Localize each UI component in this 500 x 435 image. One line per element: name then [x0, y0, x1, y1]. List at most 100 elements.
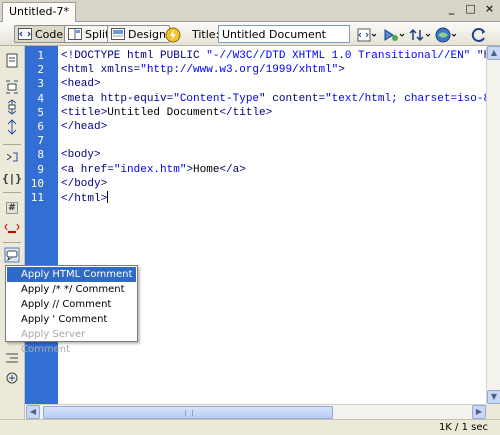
code-line: </html>: [61, 191, 109, 206]
line-number: 3: [37, 77, 44, 91]
status-bar: 1K / 1 sec: [0, 419, 500, 435]
code-token: <a href=: [61, 163, 114, 176]
collapse-selection-icon: [4, 98, 20, 118]
code-token: </head>: [61, 121, 108, 133]
code-token: "http://www.w3.org/1999/xhtml": [140, 64, 339, 77]
vertical-scrollbar[interactable]: ▲ ▼: [486, 46, 500, 404]
validate-icon: [471, 27, 485, 42]
preview-in-browser-icon: [383, 27, 405, 41]
design-view-label: Design: [128, 27, 166, 41]
refresh-button[interactable]: [409, 26, 431, 42]
collapse-full-tag-button[interactable]: [4, 80, 20, 96]
code-line: <a href="index.htm">Home</a>: [61, 163, 246, 177]
line-number: 4: [37, 91, 44, 105]
document-toolbar: Code Split Design Title:: [0, 22, 500, 46]
code-line: <head>: [61, 77, 101, 91]
menu-item-apply-vb-comment[interactable]: Apply ' Comment: [7, 312, 136, 327]
code-token: "index.htm": [113, 163, 187, 176]
refresh-icon: [409, 27, 431, 42]
document-tab[interactable]: Untitled-7*: [2, 2, 76, 22]
code-line: </body>: [61, 177, 107, 191]
line-number: 8: [37, 148, 44, 162]
view-options-icon: [435, 27, 457, 43]
document-title-input[interactable]: [218, 25, 350, 43]
design-view-button[interactable]: Design: [107, 25, 170, 43]
horizontal-scroll-thumb[interactable]: [43, 406, 333, 419]
line-number: 6: [37, 120, 44, 133]
design-view-icon: [111, 27, 125, 41]
validate-button[interactable]: [471, 26, 485, 42]
line-numbers-icon: #: [6, 202, 18, 214]
line-number: 10: [30, 176, 44, 190]
expand-all-icon: [4, 118, 20, 138]
indent-code-button[interactable]: [4, 351, 20, 367]
code-token: <head>: [61, 78, 101, 91]
code-line: <body>: [61, 148, 101, 162]
code-token: </body>: [61, 177, 108, 190]
file-management-icon: [357, 27, 377, 42]
code-line: <title>Untitled Document</title>: [61, 106, 272, 120]
split-view-button[interactable]: Split: [64, 25, 114, 43]
code-token: <body>: [61, 149, 101, 162]
code-token: <!DOCTYPE html PUBLIC: [61, 50, 207, 62]
document-tab-label: Untitled-7*: [9, 5, 69, 18]
open-documents-button[interactable]: [4, 53, 20, 72]
dreamweaver-document-window: Untitled-7* _ □ × Code Split Design Titl…: [0, 0, 500, 435]
preview-in-browser-button[interactable]: [383, 26, 405, 42]
code-token: Home: [193, 163, 220, 176]
view-options-button[interactable]: [435, 26, 457, 43]
apply-comment-menu: Apply HTML Comment Apply /* */ Comment A…: [5, 265, 138, 355]
toolbar-separator: [3, 242, 21, 243]
open-documents-icon: [4, 53, 20, 72]
code-token: "http:: [476, 50, 486, 62]
collapse-full-tag-icon: [4, 79, 20, 98]
highlight-invalid-code-button[interactable]: [4, 220, 20, 236]
split-view-icon: [68, 27, 82, 41]
coding-toolbar: {|} #: [0, 46, 25, 435]
minimize-button[interactable]: _: [445, 3, 458, 16]
menu-item-apply-html-comment[interactable]: Apply HTML Comment: [7, 267, 136, 282]
close-button[interactable]: ×: [483, 3, 496, 16]
code-line: <!DOCTYPE html PUBLIC "-//W3C//DTD XHTML…: [61, 49, 486, 63]
highlight-invalid-code-icon: [4, 219, 20, 238]
code-token: <meta http-equiv=: [61, 92, 174, 105]
title-label: Title:: [192, 28, 220, 41]
live-view-icon: [165, 27, 181, 43]
apply-comment-button[interactable]: [4, 247, 20, 266]
code-view-button[interactable]: Code: [14, 25, 68, 43]
file-management-button[interactable]: [357, 26, 377, 42]
code-view-icon: [18, 27, 32, 41]
download-size-status: 1K / 1 sec: [438, 422, 488, 433]
menu-item-apply-slash-comment[interactable]: Apply // Comment: [7, 297, 136, 312]
format-source-button[interactable]: [4, 371, 20, 387]
apply-comment-icon: [4, 247, 20, 266]
code-token: </html>: [61, 193, 108, 205]
horizontal-scrollbar[interactable]: ◀ ▶: [25, 404, 486, 419]
code-view-label: Code: [35, 27, 64, 41]
code-token: Untitled Document: [107, 106, 220, 119]
collapse-selection-button[interactable]: [4, 98, 20, 118]
select-parent-tag-icon: [4, 149, 20, 168]
code-token: "text/html; charset=iso-8859-: [325, 92, 486, 105]
line-numbers-button[interactable]: #: [4, 200, 20, 216]
split-view-label: Split: [85, 27, 110, 41]
scroll-up-button[interactable]: ▲: [487, 46, 500, 60]
line-number: 7: [37, 134, 44, 148]
live-view-button[interactable]: [165, 26, 181, 43]
balance-braces-icon: {|}: [2, 171, 22, 185]
scroll-down-button[interactable]: ▼: [487, 390, 500, 404]
code-editor[interactable]: <!DOCTYPE html PUBLIC "-//W3C//DTD XHTML…: [58, 46, 486, 404]
balance-braces-button[interactable]: {|}: [2, 170, 22, 186]
code-token: >: [338, 64, 345, 77]
scroll-right-button[interactable]: ▶: [472, 405, 486, 419]
restore-button[interactable]: □: [464, 3, 477, 16]
code-line: <html xmlns="http://www.w3.org/1999/xhtm…: [61, 63, 345, 77]
select-parent-tag-button[interactable]: [4, 150, 20, 166]
line-number: 2: [37, 63, 44, 77]
expand-all-button[interactable]: [4, 118, 20, 138]
window-controls: _ □ ×: [445, 3, 496, 16]
menu-item-apply-server-comment: Apply Server Comment: [21, 329, 86, 355]
menu-item-apply-css-comment[interactable]: Apply /* */ Comment: [7, 282, 136, 297]
code-line: <meta http-equiv="Content-Type" content=…: [61, 92, 486, 106]
scroll-left-button[interactable]: ◀: [26, 405, 40, 419]
